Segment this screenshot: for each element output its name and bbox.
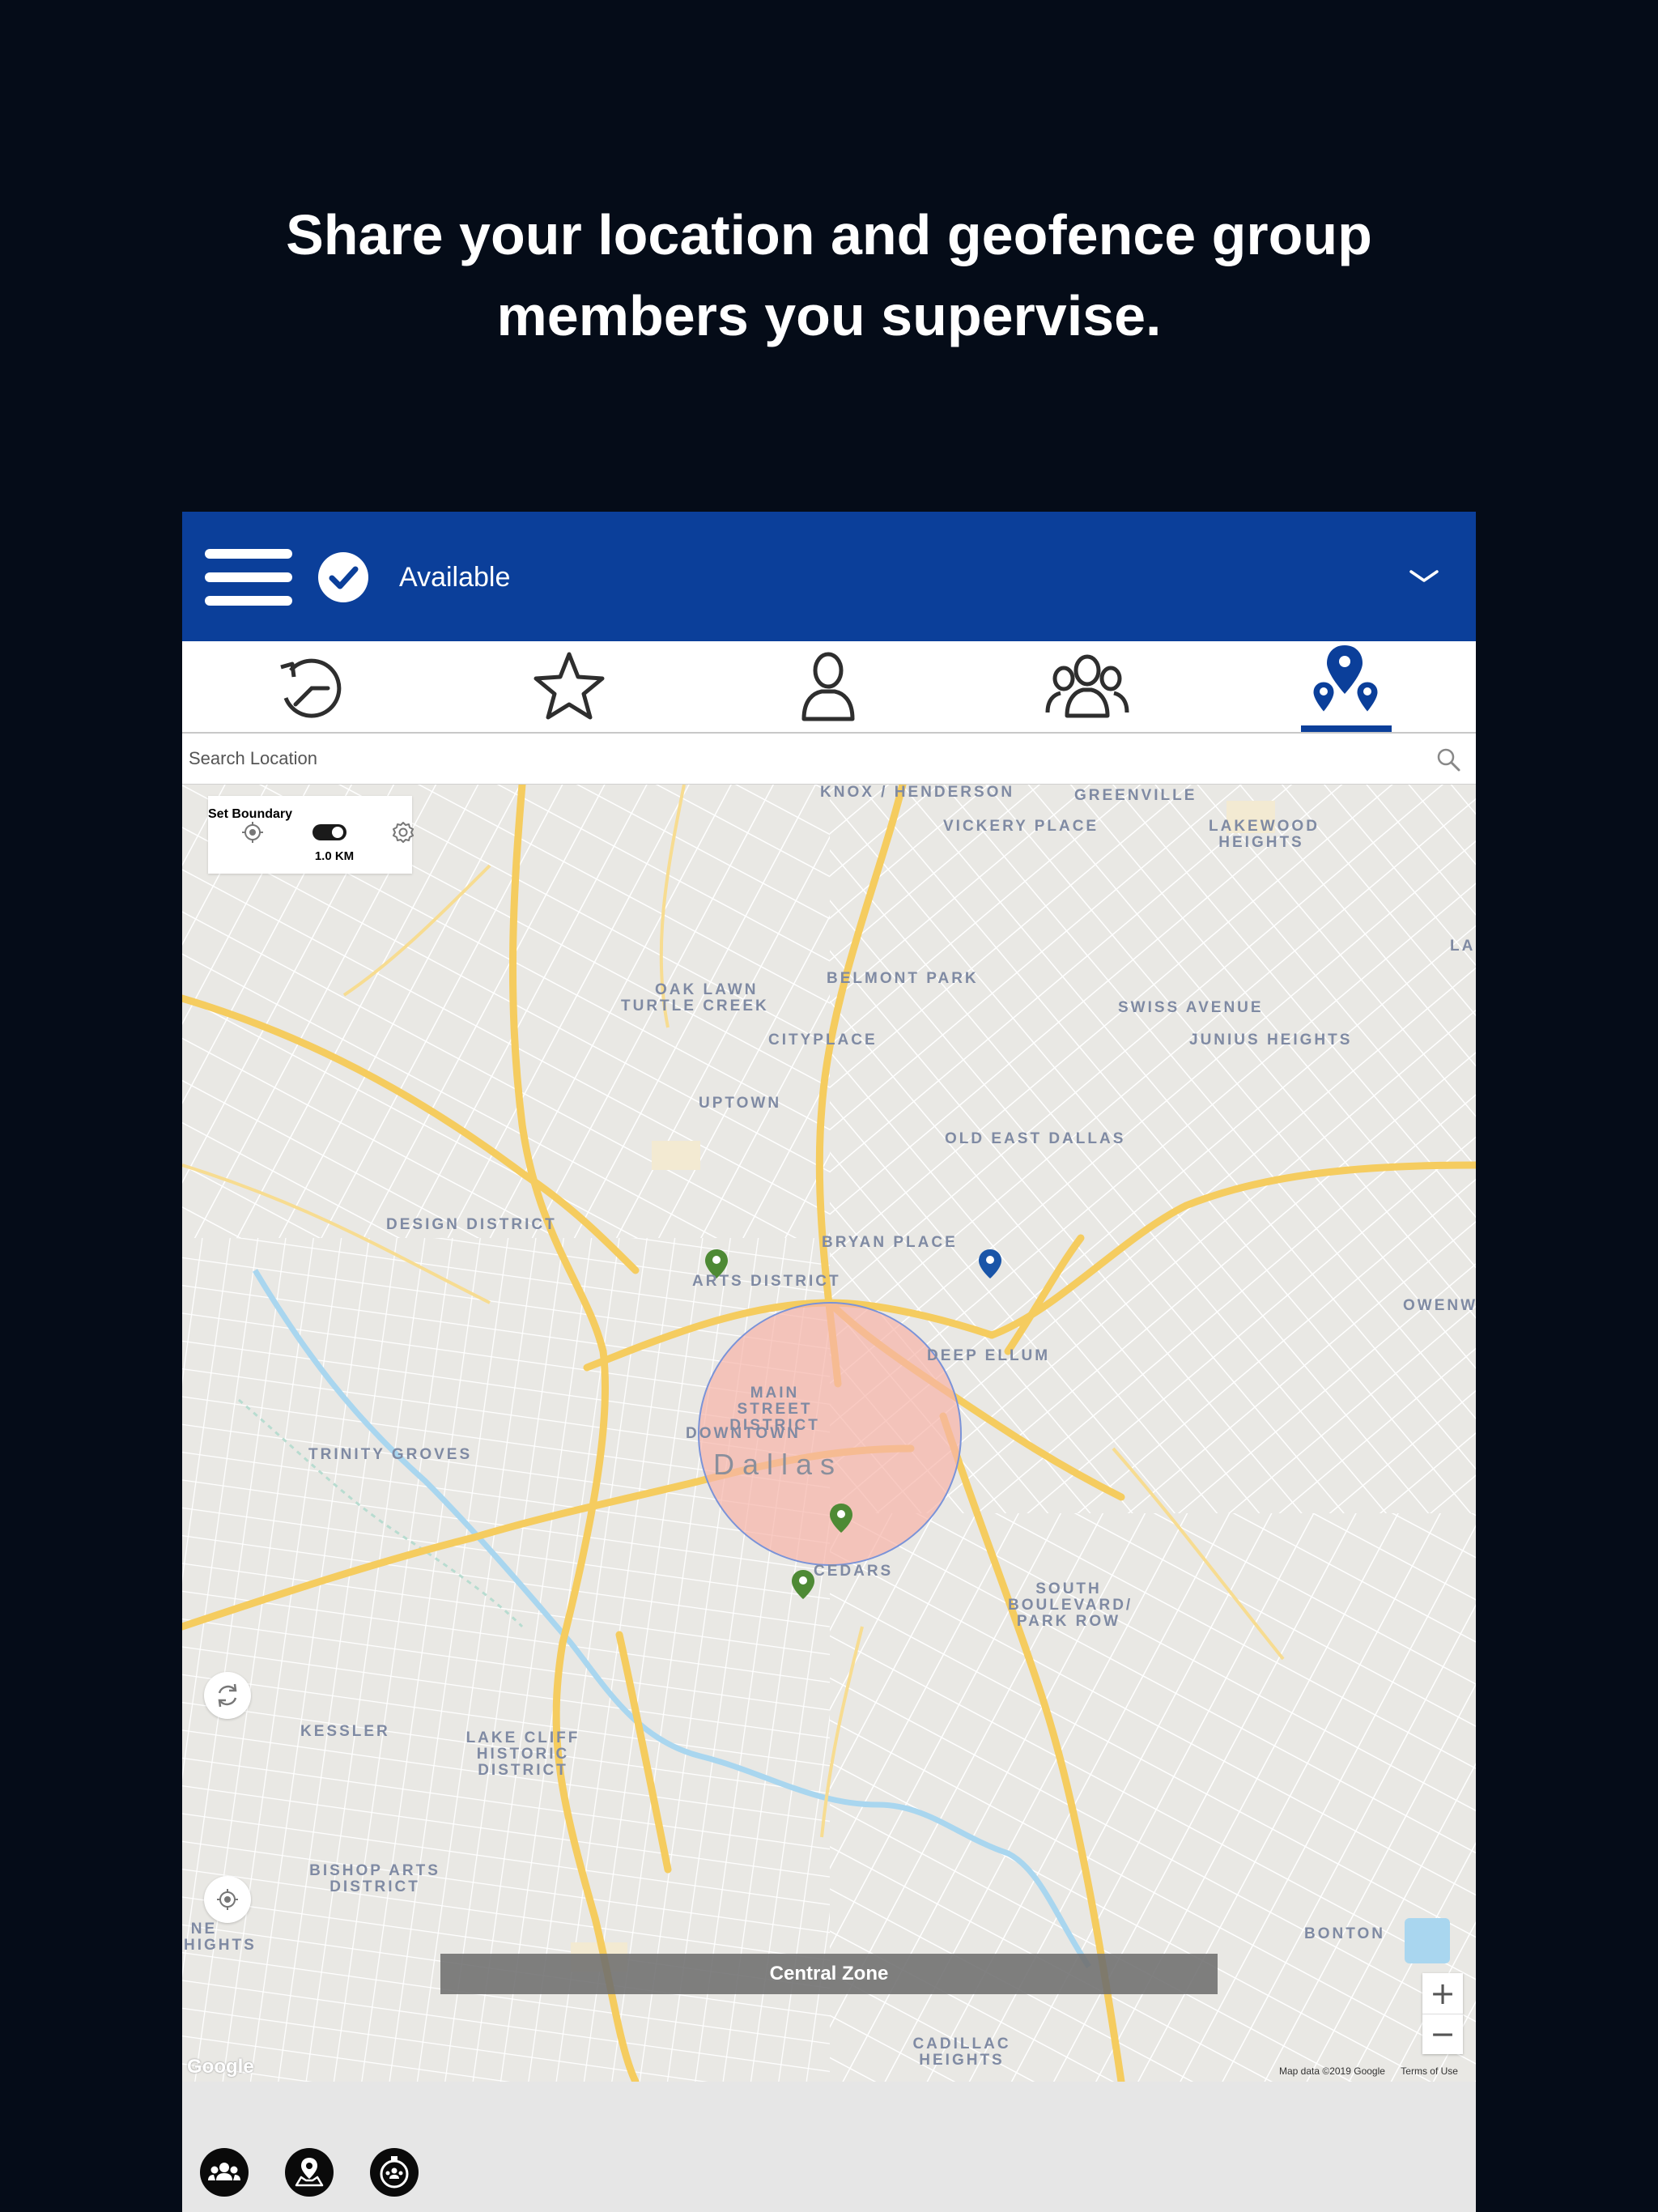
- neighborhood-label: CEDARS: [814, 1563, 894, 1580]
- app-screen: Available Search Location KNOX / HENDERS…: [182, 512, 1476, 2212]
- neighborhood-label: SOUTH BOULEVARD/ PARK ROW: [1008, 1580, 1133, 1630]
- neighborhood-label: CITYPLACE: [768, 1032, 878, 1049]
- zoom-out-button[interactable]: −: [1422, 2014, 1463, 2054]
- neighborhood-label: TURTLE CREEK: [621, 998, 769, 1015]
- tab-map[interactable]: [1265, 641, 1427, 732]
- zoom-in-button[interactable]: +: [1422, 1973, 1463, 2014]
- group-timer-button[interactable]: [370, 2148, 419, 2197]
- headline: Share your location and geofence group m…: [0, 194, 1658, 356]
- neighborhood-label: LA: [1450, 938, 1476, 955]
- city-label: Dallas: [713, 1448, 844, 1481]
- group-members-icon: [208, 2163, 240, 2180]
- person-icon: [801, 652, 855, 721]
- history-icon: [280, 658, 342, 718]
- set-boundary-panel: Set Boundary 1.0 KM: [208, 796, 415, 874]
- neighborhood-label: TRINITY GROVES: [308, 1446, 473, 1463]
- my-location-icon: [217, 1889, 238, 1910]
- neighborhood-label: BISHOP ARTS DISTRICT: [309, 1862, 440, 1895]
- headline-line-1: Share your location and geofence group: [286, 203, 1372, 266]
- search-input[interactable]: [187, 740, 1405, 777]
- neighborhood-label: BELMONT PARK: [827, 970, 979, 987]
- tab-bar: [182, 641, 1476, 734]
- refresh-icon: [218, 1683, 237, 1708]
- search-icon[interactable]: [1435, 747, 1461, 772]
- terms-of-use-link[interactable]: Terms of Use: [1401, 2065, 1458, 2077]
- tab-favorites[interactable]: [488, 641, 650, 732]
- group-timer-icon: [380, 2156, 409, 2189]
- map-data-credit: Map data ©2019 Google: [1279, 2065, 1385, 2077]
- map-location-button[interactable]: [285, 2148, 334, 2197]
- neighborhood-label: DOWNTOWN: [686, 1425, 801, 1442]
- neighborhood-label: JUNIUS HEIGHTS: [1189, 1032, 1353, 1049]
- star-icon: [534, 652, 605, 720]
- boundary-radius: 1.0 KM: [314, 849, 355, 863]
- neighborhood-label: CADILLAC HEIGHTS: [912, 2035, 1011, 2069]
- my-location-button[interactable]: [204, 1876, 251, 1923]
- toggle-icon[interactable]: [312, 823, 347, 841]
- app-bar: Available: [182, 512, 1476, 641]
- neighborhood-label: OWENWO: [1403, 1297, 1476, 1314]
- neighborhood-label: NE HIGHTS: [184, 1921, 257, 1954]
- zoom-controls: + −: [1422, 1973, 1463, 2054]
- search-bar: [182, 734, 1476, 785]
- group-icon: [1045, 654, 1129, 718]
- neighborhood-label: BONTON: [1304, 1925, 1385, 1942]
- tab-history[interactable]: [229, 641, 391, 732]
- map-pins-icon: [1311, 645, 1380, 716]
- neighborhood-label: LAKEWOOD HEIGHTS: [1209, 818, 1320, 851]
- check-circle-icon: [318, 552, 368, 602]
- map-attribution: Map data ©2019 Google Terms of Use: [1279, 2065, 1458, 2077]
- chevron-down-icon[interactable]: [1405, 560, 1443, 593]
- map-location-icon: [295, 2158, 324, 2187]
- neighborhood-label: BRYAN PLACE: [822, 1234, 958, 1251]
- neighborhood-label: SWISS AVENUE: [1118, 999, 1264, 1016]
- refresh-button[interactable]: [204, 1672, 251, 1719]
- active-tab-indicator: [1301, 725, 1392, 732]
- locate-icon[interactable]: [240, 820, 265, 844]
- zone-banner: Central Zone: [440, 1954, 1218, 1994]
- neighborhood-label: OLD EAST DALLAS: [945, 1130, 1126, 1147]
- neighborhood-label: DESIGN DISTRICT: [386, 1216, 557, 1233]
- group-members-button[interactable]: [200, 2148, 249, 2197]
- google-logo: Google: [187, 2056, 254, 2078]
- availability-status[interactable]: Available: [399, 557, 510, 598]
- neighborhood-label: OAK LAWN: [655, 981, 759, 998]
- neighborhood-label: LAKE CLIFF HISTORIC DISTRICT: [466, 1729, 580, 1779]
- neighborhood-label: KNOX / HENDERSON: [820, 785, 1015, 801]
- map-view[interactable]: KNOX / HENDERSON GREENVILLE VICKERY PLAC…: [182, 785, 1476, 2082]
- neighborhood-label: DEEP ELLUM: [927, 1347, 1051, 1364]
- tab-groups[interactable]: [1006, 641, 1168, 732]
- neighborhood-label: ARTS DISTRICT: [692, 1273, 841, 1290]
- settings-icon[interactable]: [391, 820, 415, 844]
- hamburger-menu-icon[interactable]: [205, 546, 292, 609]
- headline-line-2: members you supervise.: [496, 284, 1162, 347]
- neighborhood-label: VICKERY PLACE: [943, 818, 1099, 835]
- neighborhood-label: KESSLER: [300, 1723, 390, 1740]
- neighborhood-label: GREENVILLE: [1074, 787, 1197, 804]
- bottom-action-bar: [182, 2082, 1476, 2212]
- neighborhood-label: UPTOWN: [699, 1095, 782, 1112]
- tab-contacts[interactable]: [747, 641, 909, 732]
